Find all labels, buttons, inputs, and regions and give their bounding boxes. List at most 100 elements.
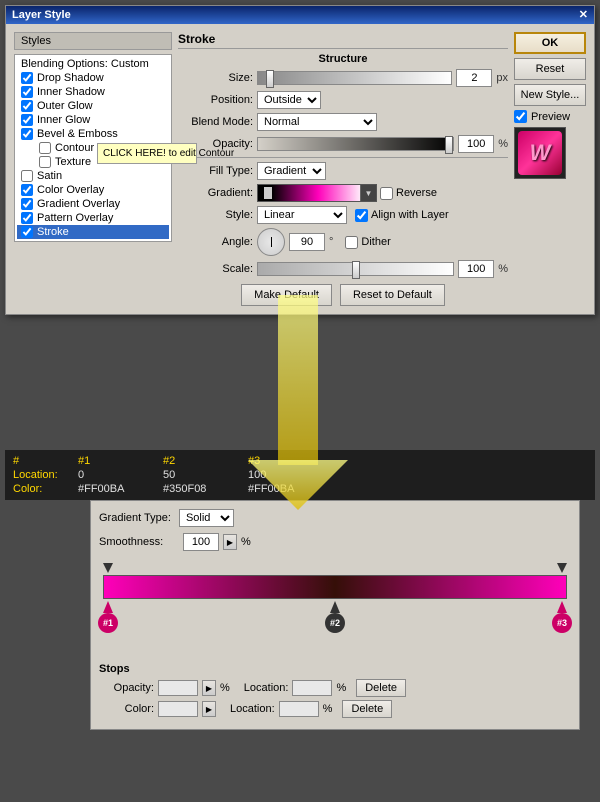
opacity-slider[interactable]: [257, 137, 454, 151]
right-buttons-panel: OK Reset New Style... Preview W: [514, 32, 586, 306]
position-select[interactable]: Outside Inside Center: [257, 91, 321, 109]
color-overlay-label: Color Overlay: [37, 184, 104, 196]
bevel-emboss-checkbox[interactable]: [21, 128, 33, 140]
dither-checkbox[interactable]: [345, 236, 358, 249]
color3-value: #FF00BA: [248, 483, 348, 495]
size-input[interactable]: [456, 69, 492, 87]
color-row-label: Color:: [13, 483, 78, 495]
sidebar-item-blending[interactable]: Blending Options: Custom: [17, 57, 169, 71]
satin-checkbox[interactable]: [21, 170, 33, 182]
inner-glow-checkbox[interactable]: [21, 114, 33, 126]
stroke-checkbox[interactable]: [21, 226, 33, 238]
opacity-arrow-btn[interactable]: ▶: [202, 680, 216, 696]
color-arrow-btn[interactable]: ▶: [202, 701, 216, 717]
color-overlay-checkbox[interactable]: [21, 184, 33, 196]
stop-2-group: #2: [330, 601, 340, 613]
texture-label: Texture: [55, 156, 91, 168]
reverse-label[interactable]: Reverse: [380, 187, 437, 200]
color-swatch-input[interactable]: [158, 701, 198, 717]
sidebar-item-color-overlay[interactable]: Color Overlay: [17, 183, 169, 197]
ok-button[interactable]: OK: [514, 32, 586, 54]
opacity-stop-input[interactable]: [158, 680, 198, 696]
opacity-label: Opacity:: [178, 138, 253, 150]
close-button[interactable]: ✕: [579, 10, 588, 21]
gradient-overlay-checkbox[interactable]: [21, 198, 33, 210]
top-stops: [103, 563, 567, 573]
gradient-picker-group: ▼ Reverse: [257, 184, 437, 202]
drop-shadow-checkbox[interactable]: [21, 72, 33, 84]
stop-1-circle[interactable]: #1: [98, 613, 118, 633]
texture-checkbox[interactable]: [39, 156, 51, 168]
fill-type-label: Fill Type:: [178, 165, 253, 177]
opacity-input[interactable]: [458, 135, 494, 153]
reset-default-button[interactable]: Reset to Default: [340, 284, 445, 306]
top-stop-right[interactable]: [557, 563, 567, 573]
inner-glow-label: Inner Glow: [37, 114, 90, 126]
angle-dial[interactable]: [257, 228, 285, 256]
color-location-input[interactable]: [279, 701, 319, 717]
gradient-type-select[interactable]: Solid Noise: [179, 509, 234, 527]
pattern-overlay-label: Pattern Overlay: [37, 212, 113, 224]
opacity-slider-thumb[interactable]: [445, 136, 453, 154]
size-slider-thumb[interactable]: [266, 70, 274, 88]
opacity-location-input[interactable]: [292, 680, 332, 696]
stop-2-marker[interactable]: [330, 601, 340, 613]
sidebar-item-stroke[interactable]: Stroke: [17, 225, 169, 239]
align-checkbox[interactable]: [355, 209, 368, 222]
style-row: Style: Linear Radial Angle Reflected Dia…: [178, 206, 508, 224]
angle-unit: °: [329, 236, 333, 248]
bevel-emboss-label: Bevel & Emboss: [37, 128, 118, 140]
blend-mode-select[interactable]: Normal Dissolve Multiply: [257, 113, 377, 131]
align-label[interactable]: Align with Layer: [355, 209, 449, 222]
contour-checkbox[interactable]: [39, 142, 51, 154]
sidebar-item-inner-glow[interactable]: Inner Glow: [17, 113, 169, 127]
gradient-picker[interactable]: ▼: [257, 184, 377, 202]
smoothness-unit: %: [241, 536, 251, 548]
smoothness-input[interactable]: [183, 533, 219, 551]
gradient-color-bar[interactable]: [103, 575, 567, 599]
sidebar-item-satin[interactable]: Satin: [17, 169, 169, 183]
smoothness-arrow[interactable]: ▶: [223, 534, 237, 550]
styles-header[interactable]: Styles: [14, 32, 172, 50]
scale-input[interactable]: [458, 260, 494, 278]
dither-label[interactable]: Dither: [345, 236, 390, 249]
position-label: Position:: [178, 94, 253, 106]
top-stop-left[interactable]: [103, 563, 113, 573]
reset-button[interactable]: Reset: [514, 58, 586, 80]
sidebar-item-gradient-overlay[interactable]: Gradient Overlay: [17, 197, 169, 211]
delete-color-button[interactable]: Delete: [342, 700, 392, 718]
sidebar-item-drop-shadow[interactable]: Drop Shadow: [17, 71, 169, 85]
outer-glow-checkbox[interactable]: [21, 100, 33, 112]
style-select[interactable]: Linear Radial Angle Reflected Diamond: [257, 206, 347, 224]
smoothness-row: Smoothness: ▶ %: [99, 533, 571, 551]
scale-slider[interactable]: [257, 262, 454, 276]
preview-checkbox[interactable]: [514, 110, 527, 123]
left-panel: Styles Blending Options: Custom Drop Sha…: [14, 32, 172, 306]
reverse-checkbox[interactable]: [380, 187, 393, 200]
delete-opacity-button[interactable]: Delete: [356, 679, 406, 697]
stop-2-circle[interactable]: #2: [325, 613, 345, 633]
stop-3-marker[interactable]: [557, 601, 567, 613]
sidebar-item-texture[interactable]: Texture: [17, 155, 169, 169]
preview-toggle[interactable]: Preview: [514, 110, 586, 123]
scale-slider-thumb[interactable]: [352, 261, 360, 279]
new-style-button[interactable]: New Style...: [514, 84, 586, 106]
stroke-section-title: Stroke: [178, 32, 508, 49]
sidebar-item-pattern-overlay[interactable]: Pattern Overlay: [17, 211, 169, 225]
fill-type-select[interactable]: Color Gradient Pattern: [257, 162, 326, 180]
size-slider[interactable]: [257, 71, 452, 85]
sidebar-item-inner-shadow[interactable]: Inner Shadow: [17, 85, 169, 99]
angle-input[interactable]: [289, 233, 325, 251]
sidebar-item-outer-glow[interactable]: Outer Glow: [17, 99, 169, 113]
stop-3-circle[interactable]: #3: [552, 613, 572, 633]
make-default-button[interactable]: Make Default: [241, 284, 332, 306]
stop-1-marker[interactable]: [103, 601, 113, 613]
angle-row: Angle: ° Dither: [178, 228, 508, 256]
sidebar-item-bevel-emboss[interactable]: Bevel & Emboss: [17, 127, 169, 141]
pattern-overlay-checkbox[interactable]: [21, 212, 33, 224]
sidebar-item-contour[interactable]: Contour CLICK HERE! to edit Contour: [17, 141, 169, 155]
loc2-value: 50: [163, 469, 248, 481]
gradient-dropdown-arrow[interactable]: ▼: [360, 185, 376, 201]
opacity-stop-row: Opacity: ▶ % Location: % Delete: [99, 679, 571, 697]
inner-shadow-checkbox[interactable]: [21, 86, 33, 98]
